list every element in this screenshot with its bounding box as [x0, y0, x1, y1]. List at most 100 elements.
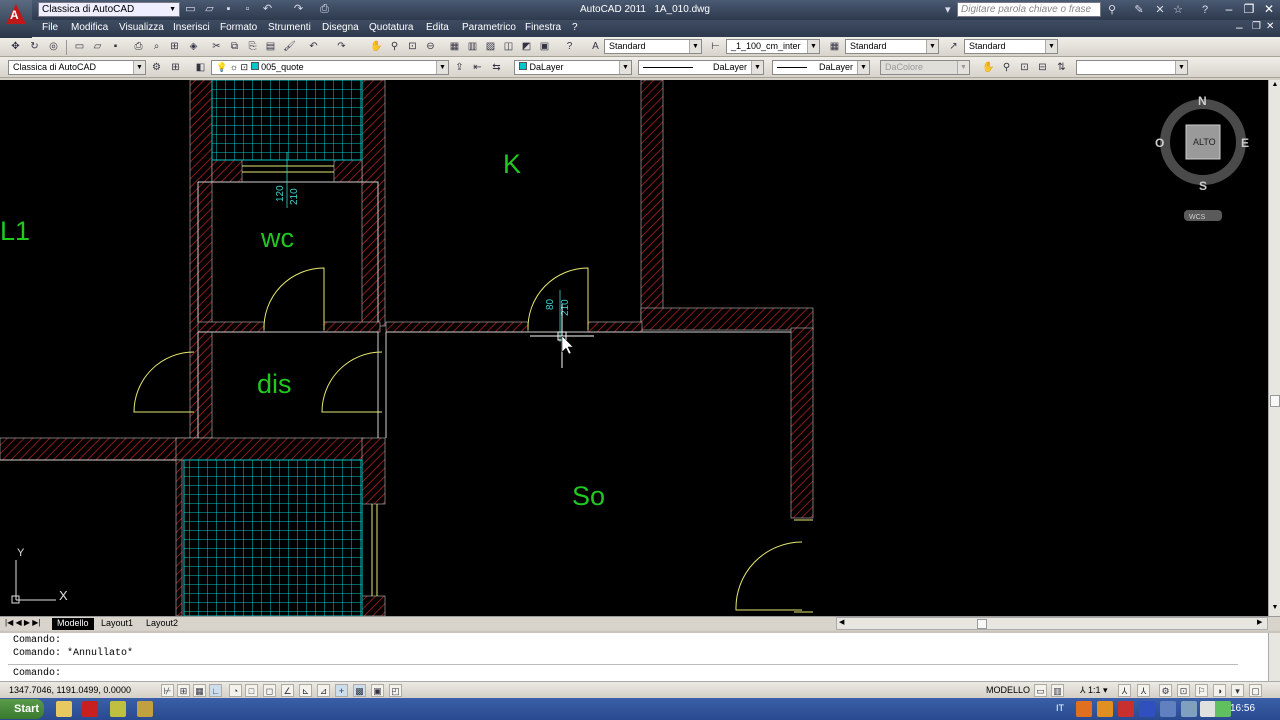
clean-screen-icon[interactable]: ▢: [1249, 684, 1262, 697]
language-indicator[interactable]: IT: [1056, 703, 1064, 713]
orbit-icon[interactable]: ↻: [27, 39, 42, 54]
tray-icon[interactable]: [1160, 701, 1176, 717]
menu-parametrico[interactable]: Parametrico: [462, 22, 516, 33]
tab-layout2[interactable]: Layout2: [141, 618, 183, 630]
menu-disegna[interactable]: Disegna: [322, 22, 359, 33]
tray-icon[interactable]: [1139, 701, 1155, 717]
status-bar-menu-icon[interactable]: ▾: [1231, 684, 1244, 697]
tray-icon[interactable]: [1181, 701, 1197, 717]
dim-style-select[interactable]: _1_100_cm_inter ▼: [726, 39, 820, 54]
layer-states-icon[interactable]: ⇆: [489, 60, 504, 75]
workspace-selector[interactable]: Classica di AutoCAD ▼: [38, 2, 180, 17]
scroll-right-arrow-icon[interactable]: ▶: [1257, 618, 1262, 626]
transparency-icon[interactable]: ▩: [353, 684, 366, 697]
horizontal-scrollbar[interactable]: ◀ ▶: [836, 617, 1268, 630]
menu-modifica[interactable]: Modifica: [71, 22, 108, 33]
menu-quotatura[interactable]: Quotatura: [369, 22, 413, 33]
lock-ui-icon[interactable]: ⊡: [1177, 684, 1190, 697]
pan-hand-icon[interactable]: ✋: [369, 39, 384, 54]
autocad-taskbar-icon[interactable]: [82, 701, 98, 717]
polar-tracking-icon[interactable]: ◔: [229, 684, 242, 697]
extra-select[interactable]: ▼: [1076, 60, 1188, 75]
help-icon[interactable]: ?: [1198, 3, 1212, 17]
text-style-icon[interactable]: A: [588, 39, 603, 54]
command-scrollbar[interactable]: [1268, 633, 1280, 681]
zoom-previous-icon[interactable]: ⊖: [423, 39, 438, 54]
app-taskbar-icon[interactable]: [137, 701, 153, 717]
redo-toolbar-icon[interactable]: ↷: [334, 39, 349, 54]
pan-realtime-icon[interactable]: ✥: [8, 39, 23, 54]
minimize-button[interactable]: –: [1218, 2, 1240, 17]
layer-properties-icon[interactable]: ◧: [193, 60, 208, 75]
zoom-prev-icon[interactable]: ⊟: [1035, 60, 1050, 75]
tool-palettes-icon[interactable]: ▨: [483, 39, 498, 54]
annotation-scale[interactable]: ⅄ 1:1 ▾: [1080, 685, 1108, 696]
infer-constraints-icon[interactable]: ⊬: [161, 684, 174, 697]
undo-toolbar-icon[interactable]: ↶: [306, 39, 321, 54]
start-button[interactable]: Start: [0, 699, 44, 719]
3d-object-snap-icon[interactable]: ◻: [263, 684, 276, 697]
menu-file[interactable]: File: [42, 22, 58, 33]
linetype-select[interactable]: DaLayer ▼: [638, 60, 764, 75]
workspace-select[interactable]: Classica di AutoCAD ▼: [8, 60, 146, 75]
ortho-mode-icon[interactable]: ∟: [209, 684, 222, 697]
lineweight-display-icon[interactable]: +: [335, 684, 348, 697]
3d-dwf-icon[interactable]: ◈: [186, 39, 201, 54]
steering-wheel-icon[interactable]: ◎: [46, 39, 61, 54]
menu-formato[interactable]: Formato: [220, 22, 257, 33]
scroll-left-arrow-icon[interactable]: ◀: [839, 618, 844, 626]
binoculars-icon[interactable]: ⚲: [1105, 3, 1119, 17]
tray-icon[interactable]: [1076, 701, 1092, 717]
text-style-select[interactable]: Standard ▼: [604, 39, 702, 54]
open-file-icon[interactable]: ▱: [203, 3, 216, 16]
subscription-icon[interactable]: ✎: [1132, 3, 1146, 17]
quick-view-layouts-icon[interactable]: ▭: [1034, 684, 1047, 697]
qnew-icon[interactable]: ▭: [72, 39, 87, 54]
match-properties-icon[interactable]: 🖌: [282, 39, 297, 54]
snap-mode-icon[interactable]: ⊞: [177, 684, 190, 697]
search-input[interactable]: Digitare parola chiave o frase: [957, 2, 1101, 17]
scroll-up-arrow-icon[interactable]: ▲: [1270, 81, 1280, 91]
help-toolbar-icon[interactable]: ?: [562, 39, 577, 54]
zoom-extents-icon[interactable]: ⊡: [1017, 60, 1032, 75]
paste-block-icon[interactable]: ▤: [263, 39, 278, 54]
make-current-layer-icon[interactable]: ⇪: [452, 60, 467, 75]
menu-edita[interactable]: Edita: [426, 22, 449, 33]
cut-icon[interactable]: ✂: [209, 39, 224, 54]
dynamic-ucs-icon[interactable]: ⊾: [299, 684, 312, 697]
tab-modello[interactable]: Modello: [52, 618, 94, 630]
hardware-acceleration-icon[interactable]: ⚐: [1195, 684, 1208, 697]
viewcube[interactable]: ALTO N S E O WCS: [1155, 94, 1249, 221]
restore-button[interactable]: ❐: [1238, 2, 1260, 17]
redo-icon[interactable]: ↷: [292, 3, 305, 16]
save-toolbar-icon[interactable]: ▪: [108, 39, 123, 54]
workspace-save-icon[interactable]: ⊞: [168, 60, 183, 75]
menu-visualizza[interactable]: Visualizza: [119, 22, 164, 33]
layer-previous-icon[interactable]: ⇤: [470, 60, 485, 75]
table-style-select[interactable]: Standard ▼: [845, 39, 939, 54]
plot-preview-icon[interactable]: ⌕: [149, 39, 164, 54]
dim-style-icon[interactable]: ⊢: [708, 39, 723, 54]
object-snap-tracking-icon[interactable]: ∠: [281, 684, 294, 697]
markup-icon[interactable]: ◩: [519, 39, 534, 54]
doc-close-button[interactable]: ✕: [1266, 21, 1274, 32]
quick-view-drawings-icon[interactable]: ▥: [1051, 684, 1064, 697]
application-menu-button[interactable]: A: [0, 0, 32, 38]
dynamic-input-icon[interactable]: ⊿: [317, 684, 330, 697]
app-taskbar-icon[interactable]: [110, 701, 126, 717]
mleader-style-icon[interactable]: ↗: [946, 39, 961, 54]
scroll-down-arrow-icon[interactable]: ▼: [1270, 604, 1280, 614]
print-icon[interactable]: ⎙: [318, 3, 331, 16]
drawing-canvas[interactable]: 120 210 80 210 K wc dis So L1 Y X ALTO N…: [0, 80, 1268, 616]
mleader-style-select[interactable]: Standard ▼: [964, 39, 1058, 54]
horizontal-scroll-thumb[interactable]: [977, 619, 987, 629]
properties-filter-icon[interactable]: ⇅: [1054, 60, 1069, 75]
undo-icon[interactable]: ↶: [261, 3, 274, 16]
doc-restore-button[interactable]: ❐: [1252, 21, 1261, 32]
save-as-icon[interactable]: ▫: [241, 3, 254, 16]
tray-icon[interactable]: [1118, 701, 1134, 717]
menu-finestra[interactable]: Finestra: [525, 22, 561, 33]
design-center-icon[interactable]: ▥: [465, 39, 480, 54]
open-icon[interactable]: ▱: [90, 39, 105, 54]
communication-icon[interactable]: ✕: [1153, 3, 1167, 17]
